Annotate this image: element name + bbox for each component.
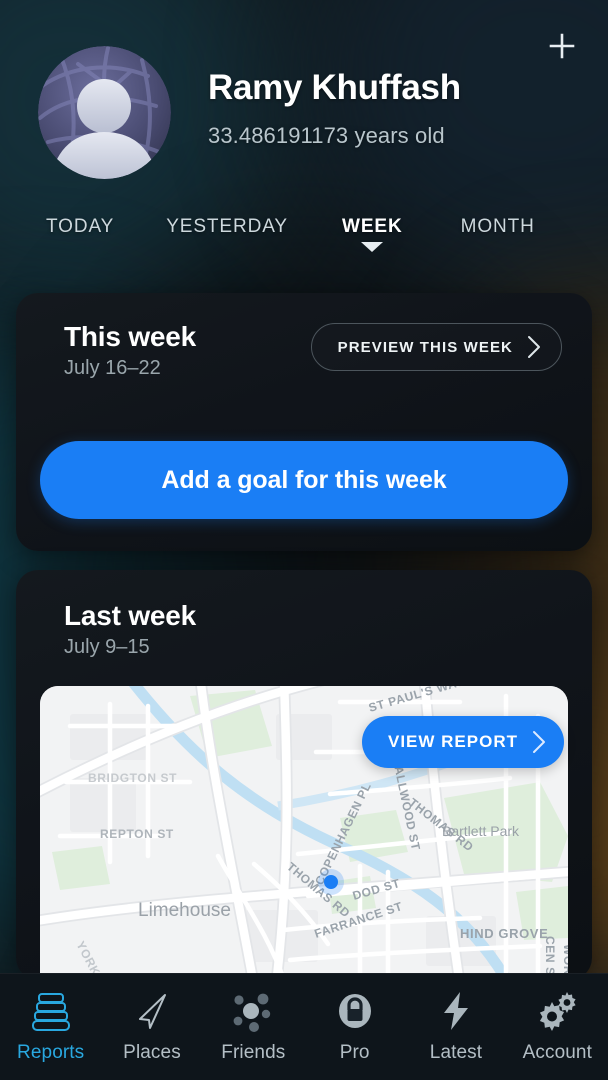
this-week-card: This week July 16–22 PREVIEW THIS WEEK A… — [16, 293, 592, 551]
preview-this-week-button[interactable]: PREVIEW THIS WEEK — [310, 323, 562, 371]
profile-header: Ramy Khuffash 33.486191173 years old — [0, 0, 608, 200]
location-dot-icon — [318, 869, 344, 895]
tab-week[interactable]: WEEK — [341, 208, 403, 252]
period-tab-bar: TODAY YESTERDAY WEEK MONTH — [0, 208, 608, 270]
nav-label-account: Account — [522, 1042, 592, 1063]
nav-item-places[interactable]: Places — [101, 984, 202, 1064]
dots-cluster-icon — [230, 984, 276, 1038]
nav-label-pro: Pro — [339, 1042, 370, 1063]
view-report-label: VIEW REPORT — [387, 732, 518, 751]
tab-today[interactable]: TODAY — [46, 208, 114, 238]
tab-month-label: MONTH — [460, 216, 535, 237]
tab-month[interactable]: MONTH — [461, 208, 535, 238]
tab-week-label: WEEK — [341, 216, 403, 237]
chevron-right-icon — [533, 731, 545, 753]
bolt-icon — [433, 984, 479, 1038]
this-week-title: This week — [64, 321, 197, 352]
nav-label-reports: Reports — [17, 1042, 85, 1063]
selected-tab-caret-icon — [361, 242, 384, 252]
last-week-card: Last week July 9–15 ST PAUL'S WAY WALLWO… — [16, 570, 592, 980]
nav-label-friends: Friends — [221, 1042, 286, 1063]
add-button[interactable] — [540, 24, 584, 68]
lock-icon — [332, 984, 378, 1038]
bottom-navigation: Reports Places Friends Pro Latest Accoun… — [0, 973, 608, 1080]
person-avatar-icon — [38, 46, 171, 179]
add-goal-button[interactable]: Add a goal for this week — [40, 441, 568, 519]
tab-today-label: TODAY — [46, 216, 115, 237]
svg-text:BRIDGTON ST: BRIDGTON ST — [88, 771, 177, 785]
last-week-title: Last week — [64, 600, 197, 631]
gears-icon — [534, 984, 580, 1038]
nav-item-pro[interactable]: Pro — [304, 984, 405, 1064]
navigate-icon — [129, 984, 175, 1038]
plus-icon — [549, 33, 575, 59]
nav-label-places: Places — [123, 1042, 181, 1063]
stack-icon — [28, 984, 74, 1038]
view-report-button[interactable]: VIEW REPORT — [361, 716, 564, 768]
nav-item-account[interactable]: Account — [507, 984, 608, 1064]
app-root: Ramy Khuffash 33.486191173 years old TOD… — [0, 0, 608, 1080]
nav-item-reports[interactable]: Reports — [0, 984, 101, 1064]
tab-yesterday[interactable]: YESTERDAY — [166, 208, 288, 238]
nav-label-latest: Latest — [429, 1042, 483, 1063]
nav-item-friends[interactable]: Friends — [203, 984, 304, 1064]
chevron-right-icon — [528, 336, 540, 358]
this-week-date-range: July 16–22 — [64, 357, 161, 379]
svg-text:REPTON ST: REPTON ST — [100, 827, 174, 841]
preview-this-week-label: PREVIEW THIS WEEK — [337, 338, 513, 356]
page-title: Ramy Khuffash — [208, 68, 461, 107]
tab-yesterday-label: YESTERDAY — [166, 216, 288, 237]
last-week-date-range: July 9–15 — [64, 636, 150, 658]
user-age: 33.486191173 years old — [208, 123, 445, 148]
svg-text:Bartlett Park: Bartlett Park — [442, 823, 520, 839]
svg-text:Limehouse: Limehouse — [138, 900, 231, 921]
svg-text:HIND GROVE: HIND GROVE — [460, 926, 548, 941]
avatar[interactable] — [38, 46, 171, 179]
nav-item-latest[interactable]: Latest — [405, 984, 506, 1064]
